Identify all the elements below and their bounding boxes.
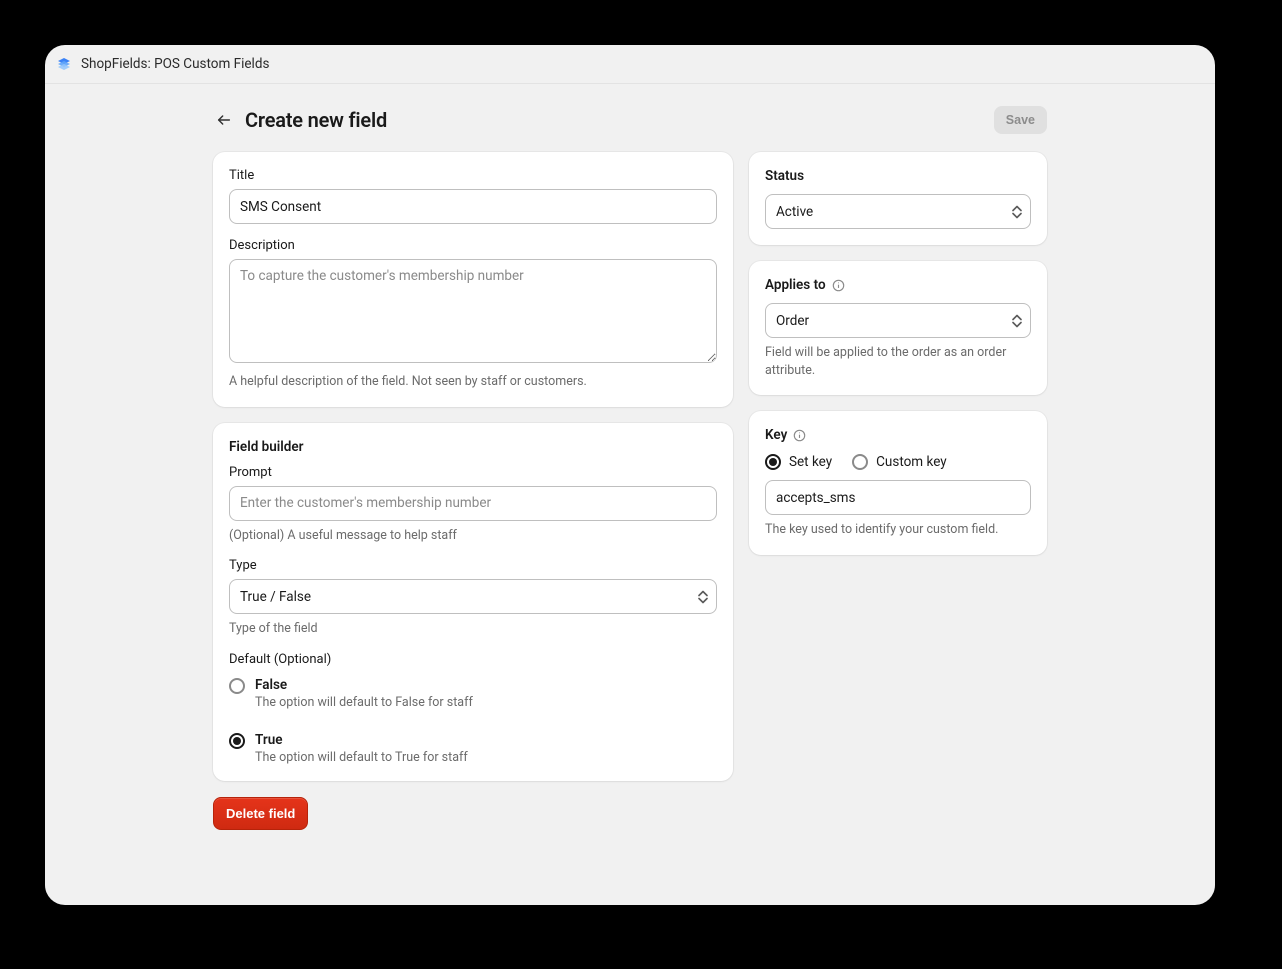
app-title: ShopFields: POS Custom Fields (81, 56, 269, 72)
type-select[interactable]: True / False (229, 579, 717, 614)
key-input[interactable] (765, 480, 1031, 515)
app-logo-icon (55, 55, 73, 73)
applies-to-heading-text: Applies to (765, 277, 826, 293)
type-value: True / False (240, 589, 311, 605)
page-header: Create new field Save (213, 106, 1047, 134)
radio-icon (229, 733, 245, 749)
radio-icon (765, 454, 781, 470)
key-mode-custom[interactable]: Custom key (852, 453, 947, 470)
key-help: The key used to identify your custom fie… (765, 521, 1031, 539)
description-label: Description (229, 238, 717, 253)
arrow-left-icon (216, 112, 232, 128)
save-button[interactable]: Save (994, 106, 1047, 134)
key-mode-set[interactable]: Set key (765, 453, 832, 470)
chevron-updown-icon (698, 590, 708, 603)
titlebar: ShopFields: POS Custom Fields (45, 45, 1215, 84)
default-option-sub: The option will default to True for staf… (255, 750, 468, 765)
back-button[interactable] (213, 109, 235, 131)
prompt-label: Prompt (229, 465, 717, 480)
basics-card: Title Description A helpful description … (213, 152, 733, 407)
default-option-true[interactable]: True The option will default to True for… (229, 732, 717, 765)
app-window: ShopFields: POS Custom Fields Create new… (45, 45, 1215, 905)
default-option-label: False (255, 677, 473, 693)
field-builder-card: Field builder Prompt (Optional) A useful… (213, 423, 733, 781)
default-option-false[interactable]: False The option will default to False f… (229, 677, 717, 710)
left-column: Title Description A helpful description … (213, 152, 733, 830)
key-mode-label: Custom key (876, 454, 947, 470)
info-icon[interactable] (793, 429, 806, 442)
description-input[interactable] (229, 259, 717, 363)
page-body: Create new field Save Title Description … (45, 84, 1215, 870)
key-card: Key Set key (749, 411, 1047, 555)
radio-icon (229, 678, 245, 694)
right-column: Status Active Applies to (749, 152, 1047, 571)
key-mode-group: Set key Custom key (765, 453, 1031, 470)
key-mode-label: Set key (789, 454, 832, 470)
title-label: Title (229, 168, 717, 183)
chevron-updown-icon (1012, 205, 1022, 218)
prompt-help: (Optional) A useful message to help staf… (229, 527, 717, 545)
title-input[interactable] (229, 189, 717, 224)
default-label: Default (Optional) (229, 652, 717, 667)
type-label: Type (229, 558, 717, 573)
key-heading: Key (765, 427, 1031, 443)
info-icon[interactable] (832, 279, 845, 292)
description-help: A helpful description of the field. Not … (229, 373, 717, 391)
status-select[interactable]: Active (765, 194, 1031, 229)
type-help: Type of the field (229, 620, 717, 638)
applies-to-card: Applies to Order (749, 261, 1047, 395)
applies-to-help: Field will be applied to the order as an… (765, 344, 1031, 379)
delete-field-button[interactable]: Delete field (213, 797, 308, 830)
radio-icon (852, 454, 868, 470)
status-heading: Status (765, 168, 1031, 184)
applies-to-heading: Applies to (765, 277, 1031, 293)
default-option-sub: The option will default to False for sta… (255, 695, 473, 710)
key-heading-text: Key (765, 427, 787, 443)
default-option-label: True (255, 732, 468, 748)
field-builder-heading: Field builder (229, 439, 717, 455)
status-card: Status Active (749, 152, 1047, 245)
chevron-updown-icon (1012, 314, 1022, 327)
applies-to-value: Order (776, 313, 809, 329)
status-value: Active (776, 204, 813, 220)
page-title: Create new field (245, 108, 984, 132)
prompt-input[interactable] (229, 486, 717, 521)
applies-to-select[interactable]: Order (765, 303, 1031, 338)
